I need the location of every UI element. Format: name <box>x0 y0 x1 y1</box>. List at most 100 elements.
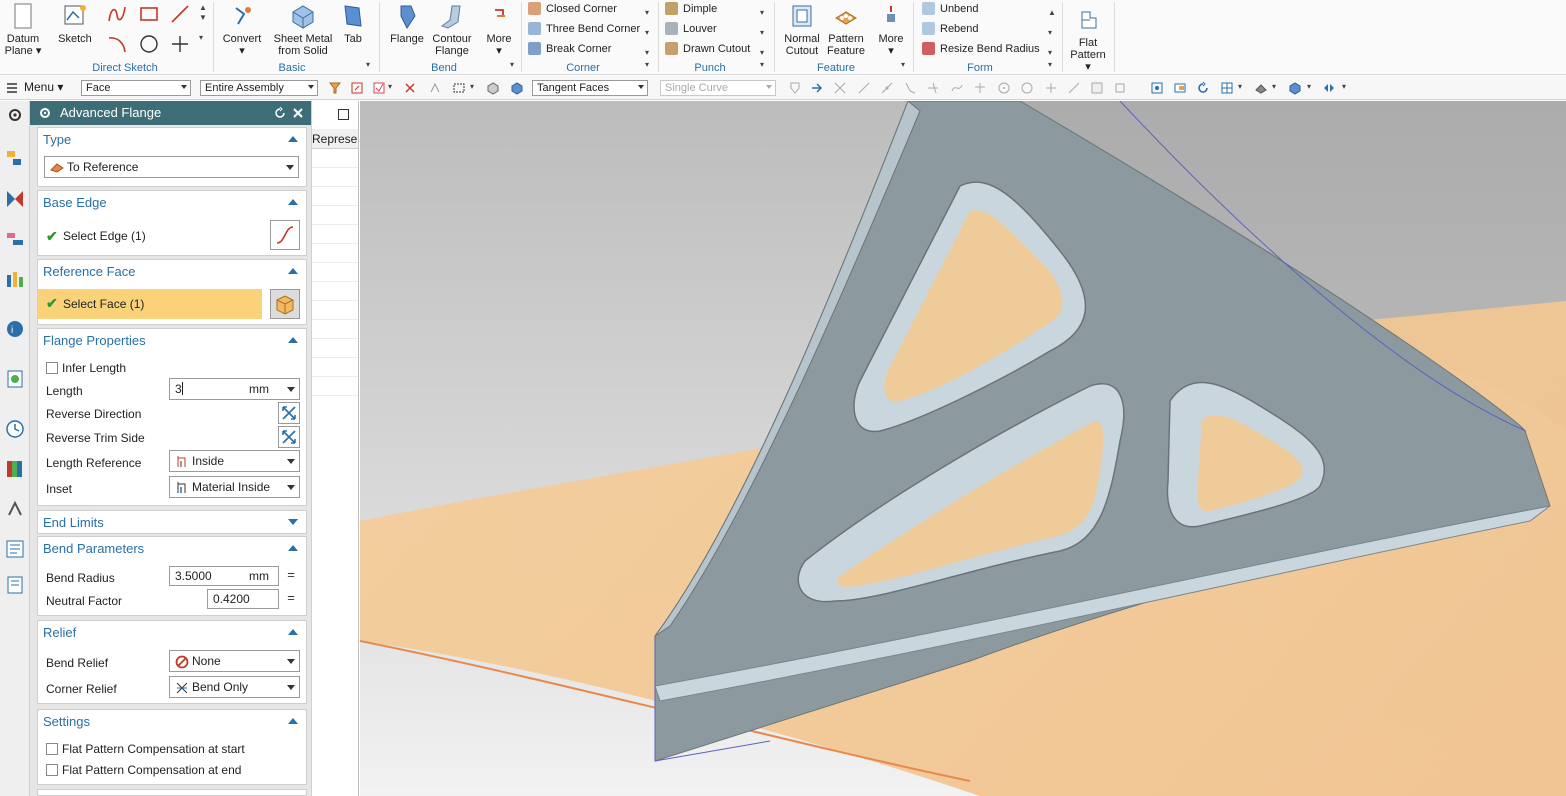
snap-end-icon[interactable] <box>857 81 871 95</box>
chevron-down-icon[interactable]: ▾ <box>1342 82 1346 91</box>
studio-spline-icon[interactable] <box>106 3 128 25</box>
arc-icon[interactable] <box>106 33 128 55</box>
bend-relief-dropdown[interactable]: None <box>169 650 300 672</box>
snap-point-icon[interactable] <box>1044 81 1058 95</box>
drawn-cutout-button[interactable]: Drawn Cutout <box>665 40 750 58</box>
fp-start-checkbox[interactable] <box>46 743 58 755</box>
model-view[interactable] <box>360 101 1566 796</box>
snap-mid-icon[interactable] <box>880 81 894 95</box>
settings-section-header[interactable]: Settings <box>43 710 90 734</box>
bend-group-more-icon[interactable]: ▾ <box>510 60 514 69</box>
bend-radius-formula-icon[interactable]: = <box>283 567 299 585</box>
sketch-button[interactable]: Sketch <box>56 2 94 45</box>
flange-properties-section-header[interactable]: Flange Properties <box>43 329 146 353</box>
close-icon[interactable] <box>292 107 304 119</box>
process-studio-icon[interactable] <box>5 499 25 519</box>
snap-on-face-icon[interactable] <box>1090 81 1104 95</box>
web-browser-icon[interactable] <box>5 369 25 389</box>
snap-settings-icon[interactable] <box>788 81 802 95</box>
break-corner-button[interactable]: Break Corner <box>528 40 611 58</box>
normal-cutout-button[interactable]: Normal Cutout <box>780 2 824 57</box>
select-face-row[interactable]: ✔ Select Face (1) <box>38 289 262 319</box>
inset-dropdown[interactable]: Material Inside <box>169 476 300 498</box>
face-select-icon[interactable] <box>510 81 524 95</box>
feature-more-button[interactable]: More ▾ <box>874 2 908 57</box>
history-clock-icon[interactable] <box>5 419 25 439</box>
length-reference-dropdown[interactable]: Inside <box>169 450 300 472</box>
fp-end-checkbox[interactable] <box>46 764 58 776</box>
face-rule-dropdown[interactable]: Tangent Faces <box>532 80 648 96</box>
deselect-icon[interactable] <box>403 81 417 95</box>
enable-snap-icon[interactable] <box>810 81 824 95</box>
flange-button[interactable]: Flange <box>388 2 426 45</box>
curve-rule-dropdown[interactable]: Single Curve <box>660 80 776 96</box>
bend-radius-input[interactable]: 3.5000 mm <box>169 566 279 586</box>
punch-dropdown-icon[interactable]: ▾ ▾ ▾ <box>760 3 764 63</box>
reference-face-section-header[interactable]: Reference Face <box>43 260 136 284</box>
pattern-feature-button[interactable]: Pattern Feature <box>824 2 868 57</box>
chevron-down-icon[interactable]: ▾ <box>1238 82 1242 91</box>
line-icon[interactable] <box>169 3 191 25</box>
fit-view-icon[interactable] <box>1150 81 1164 95</box>
feature-group-more-icon[interactable]: ▾ <box>901 60 905 69</box>
snap-intersection-icon[interactable] <box>926 81 940 95</box>
chevron-down-icon[interactable]: ▾ <box>388 82 392 91</box>
snap-curve-icon[interactable] <box>950 81 964 95</box>
rotate-icon[interactable] <box>1196 81 1210 95</box>
chevron-down-icon[interactable]: ▾ <box>1307 82 1311 91</box>
neutral-factor-input[interactable]: 0.4200 <box>207 589 279 609</box>
rectangle-select-icon[interactable] <box>452 81 466 95</box>
reverse-direction-button[interactable] <box>278 402 300 424</box>
corner-dropdown-icon[interactable]: ▾ ▾ ▾ <box>645 3 649 63</box>
three-bend-corner-button[interactable]: Three Bend Corner <box>528 20 640 38</box>
gear-icon[interactable] <box>38 106 52 120</box>
reverse-trim-side-button[interactable] <box>278 426 300 448</box>
corner-group-more-icon[interactable]: ▾ <box>645 60 649 69</box>
orient-view-icon[interactable] <box>1220 81 1234 95</box>
palette-icon[interactable] <box>5 459 25 479</box>
snap-on-curve-icon[interactable] <box>1067 81 1081 95</box>
snap-arc-center-icon[interactable] <box>973 81 987 95</box>
collapse-icon[interactable] <box>288 337 298 343</box>
work-layer-icon[interactable] <box>1322 81 1336 95</box>
end-limits-section-header[interactable]: End Limits <box>43 511 104 535</box>
infer-length-checkbox[interactable] <box>46 362 58 374</box>
maximize-icon[interactable] <box>338 109 349 120</box>
type-section-header[interactable]: Type <box>43 128 71 152</box>
base-edge-section-header[interactable]: Base Edge <box>43 191 107 215</box>
form-dropdown-icon[interactable]: ▲ ▾ ▾ <box>1048 3 1056 63</box>
render-style-icon[interactable] <box>1254 81 1268 95</box>
select-all-icon[interactable] <box>372 81 386 95</box>
menu-button[interactable]: Menu ▾ <box>24 80 63 94</box>
relief-section-header[interactable]: Relief <box>43 621 76 645</box>
lasso-icon[interactable] <box>428 81 442 95</box>
snap-circle-icon[interactable] <box>997 81 1011 95</box>
chevron-down-icon[interactable]: ▾ <box>1272 82 1276 91</box>
edit-section-icon[interactable] <box>1288 81 1302 95</box>
basic-more-icon[interactable]: ▾ <box>366 60 370 69</box>
sheet-metal-from-solid-button[interactable]: Sheet Metal from Solid <box>272 2 334 57</box>
collapse-icon[interactable] <box>288 718 298 724</box>
form-group-more-icon[interactable]: ▾ <box>1048 60 1052 69</box>
direct-sketch-more-icon[interactable]: ▲ ▼ ▾ <box>199 3 207 43</box>
flat-pattern-button[interactable]: Flat Pattern ▾ <box>1066 6 1110 73</box>
type-filter-dropdown[interactable]: Face <box>81 80 191 96</box>
expand-icon[interactable] <box>288 519 298 525</box>
circle-icon[interactable] <box>138 33 160 55</box>
settings-gear-icon[interactable] <box>5 105 25 125</box>
assembly-navigator-icon[interactable] <box>5 189 25 209</box>
collapse-icon[interactable] <box>288 268 298 274</box>
closed-corner-button[interactable]: Closed Corner <box>528 0 617 18</box>
roles-icon[interactable] <box>5 539 25 559</box>
dimple-button[interactable]: Dimple <box>665 0 717 18</box>
bend-more-button[interactable]: More ▾ <box>482 2 516 57</box>
collapse-icon[interactable] <box>288 629 298 635</box>
chevron-down-icon[interactable] <box>287 387 295 392</box>
tab-button[interactable]: Tab <box>338 2 368 45</box>
scope-filter-dropdown[interactable]: Entire Assembly <box>200 80 318 96</box>
reset-icon[interactable] <box>274 107 286 119</box>
louver-button[interactable]: Louver <box>665 20 717 38</box>
column-header[interactable]: Represe <box>312 129 358 149</box>
point-icon[interactable] <box>169 33 191 55</box>
system-scenes-icon[interactable] <box>5 575 25 595</box>
